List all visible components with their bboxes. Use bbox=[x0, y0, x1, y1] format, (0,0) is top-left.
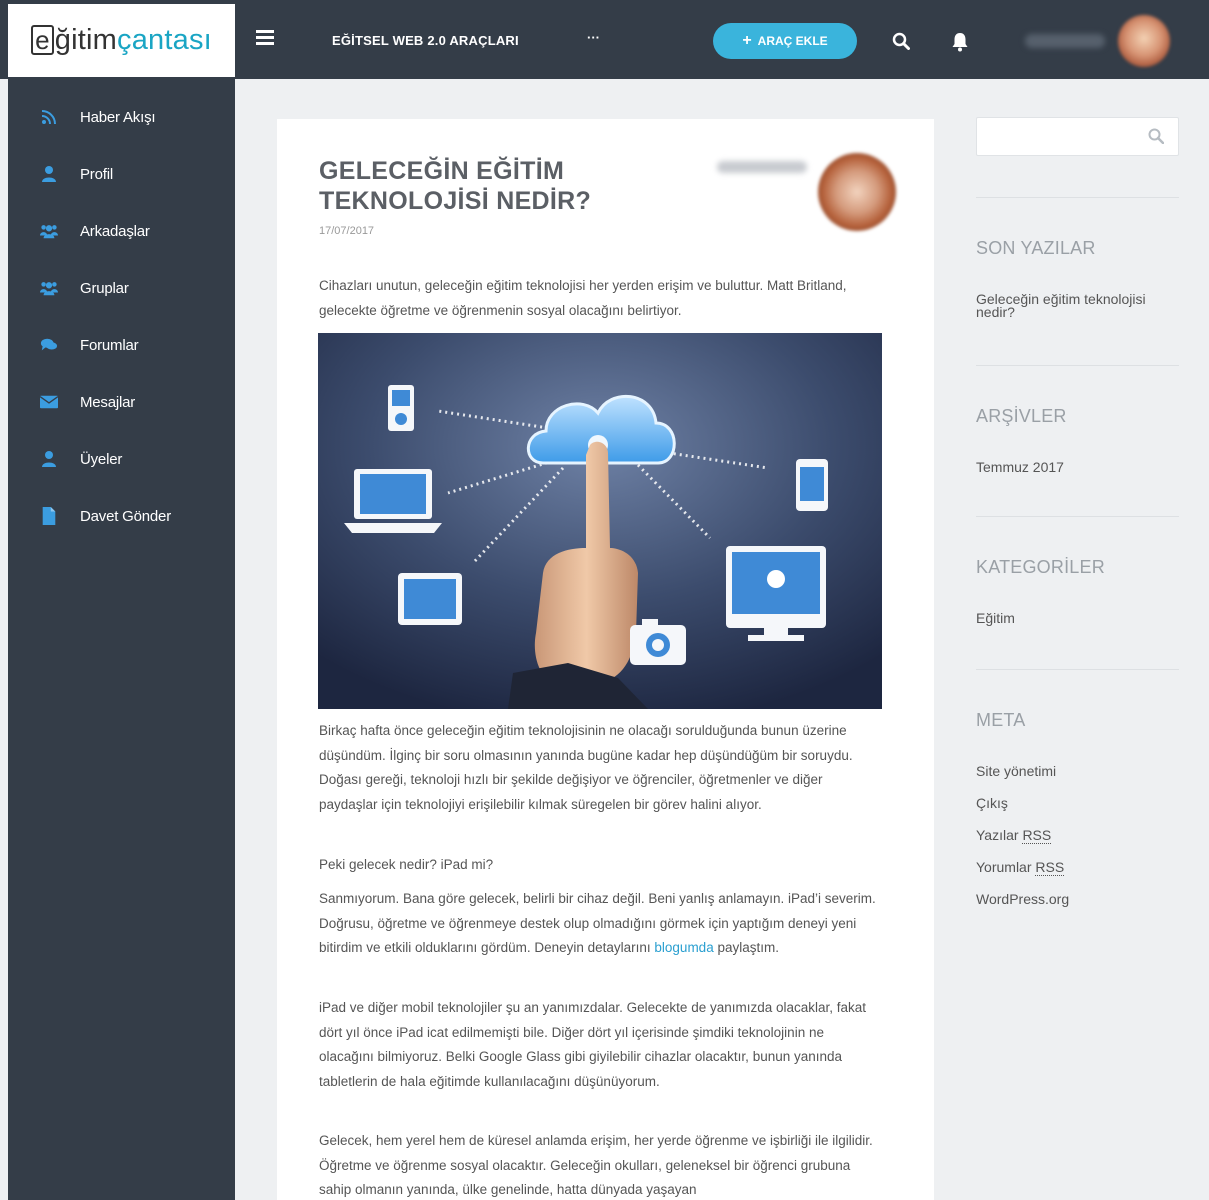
article-paragraph: Sanmıyorum. Bana göre gelecek, belirli b… bbox=[319, 887, 879, 961]
sidebar-item-label: Forumlar bbox=[80, 336, 139, 354]
site-logo[interactable]: e ğitimçantası bbox=[8, 4, 235, 77]
article-paragraph: Peki gelecek nedir? iPad mi? bbox=[319, 857, 494, 872]
paragraph-text: Sanmıyorum. Bana göre gelecek, belirli b… bbox=[319, 891, 876, 955]
article-paragraph: iPad ve diğer mobil teknolojiler şu an y… bbox=[319, 1000, 867, 1089]
article-paragraph: Birkaç hafta önce geleceğin eğitim tekno… bbox=[319, 723, 853, 812]
widget-title-categories: KATEGORİLER bbox=[976, 557, 1105, 577]
user-icon bbox=[42, 451, 56, 467]
divider bbox=[976, 516, 1179, 517]
sidebar-item-messages[interactable]: Mesajlar bbox=[8, 382, 235, 422]
author-avatar[interactable] bbox=[818, 153, 896, 231]
sidebar: Haber Akışı Profil Arkadaşlar Gruplar Fo… bbox=[8, 79, 235, 1200]
blog-link[interactable]: blogumda bbox=[654, 940, 713, 955]
meta-link-posts-rss[interactable]: Yazılar RSS bbox=[976, 827, 1052, 844]
sidebar-item-send-invite[interactable]: Davet Gönder bbox=[8, 496, 235, 536]
rss-abbr: RSS bbox=[1035, 859, 1065, 876]
sidebar-item-label: Gruplar bbox=[80, 279, 129, 297]
add-tool-button[interactable]: + ARAÇ EKLE bbox=[713, 23, 857, 59]
menu-toggle-icon[interactable] bbox=[256, 30, 274, 46]
widget-title-meta: META bbox=[976, 710, 1026, 730]
sidebar-item-friends[interactable]: Arkadaşlar bbox=[8, 211, 235, 251]
sidebar-item-label: Profil bbox=[80, 165, 113, 183]
sidebar-item-label: Davet Gönder bbox=[80, 507, 171, 525]
widget-title-archives: ARŞİVLER bbox=[976, 406, 1067, 426]
search-icon[interactable] bbox=[892, 32, 910, 50]
nav-more-menu[interactable]: ··· bbox=[587, 30, 600, 45]
sidebar-item-members[interactable]: Üyeler bbox=[8, 439, 235, 479]
widget-search-input[interactable] bbox=[976, 117, 1179, 156]
author-name-blurred[interactable] bbox=[717, 161, 807, 173]
logo-text: ğitim bbox=[54, 24, 117, 56]
divider bbox=[976, 197, 1179, 198]
sidebar-item-news-feed[interactable]: Haber Akışı bbox=[8, 97, 235, 137]
sidebar-item-forums[interactable]: Forumlar bbox=[8, 325, 235, 365]
widget-title-recent-posts: SON YAZILAR bbox=[976, 238, 1096, 258]
top-bar: e ğitimçantası EĞİTSEL WEB 2.0 ARAÇLARI ·… bbox=[0, 0, 1209, 79]
envelope-icon bbox=[40, 395, 58, 409]
sidebar-item-profile[interactable]: Profil bbox=[8, 154, 235, 194]
user-avatar[interactable] bbox=[1118, 15, 1170, 67]
search-icon[interactable] bbox=[1148, 128, 1164, 144]
divider bbox=[976, 669, 1179, 670]
meta-link-comments-rss[interactable]: Yorumlar RSS bbox=[976, 859, 1065, 876]
document-icon bbox=[42, 507, 56, 525]
meta-link-wordpress[interactable]: WordPress.org bbox=[976, 892, 1069, 906]
article-intro: Cihazları unutun, geleceğin eğitim tekno… bbox=[319, 278, 847, 318]
article-card: GELECEĞİN EĞİTİM TEKNOLOJİSİ NEDİR? 17/0… bbox=[277, 119, 934, 1200]
article-date: 17/07/2017 bbox=[319, 225, 375, 237]
article-hero-image bbox=[318, 333, 882, 709]
category-link[interactable]: Eğitim bbox=[976, 611, 1015, 625]
article-title[interactable]: GELECEĞİN EĞİTİM TEKNOLOJİSİ NEDİR? bbox=[319, 156, 639, 216]
sidebar-item-groups[interactable]: Gruplar bbox=[8, 268, 235, 308]
users-icon bbox=[40, 282, 58, 296]
meta-link-label: Yazılar bbox=[976, 827, 1019, 843]
divider bbox=[976, 365, 1179, 366]
add-tool-label: ARAÇ EKLE bbox=[757, 34, 828, 48]
sidebar-item-label: Arkadaşlar bbox=[80, 222, 150, 240]
meta-link-site-admin[interactable]: Site yönetimi bbox=[976, 764, 1056, 778]
plus-icon: + bbox=[742, 32, 752, 49]
meta-link-logout[interactable]: Çıkış bbox=[976, 796, 1008, 810]
bell-icon[interactable] bbox=[951, 32, 969, 52]
comments-icon bbox=[40, 338, 58, 351]
paragraph-text: paylaştım. bbox=[713, 940, 779, 955]
sidebar-item-label: Haber Akışı bbox=[80, 108, 156, 126]
nav-link-web-tools[interactable]: EĞİTSEL WEB 2.0 ARAÇLARI bbox=[332, 33, 519, 48]
user-icon bbox=[42, 166, 56, 182]
meta-link-label: Yorumlar bbox=[976, 859, 1032, 875]
recent-post-link[interactable]: Geleceğin eğitim teknolojisi nedir? bbox=[976, 292, 1176, 319]
rss-abbr: RSS bbox=[1022, 827, 1052, 844]
archive-link[interactable]: Temmuz 2017 bbox=[976, 460, 1064, 474]
article-paragraph: Gelecek, hem yerel hem de küresel anlamd… bbox=[319, 1133, 873, 1197]
sidebar-item-label: Üyeler bbox=[80, 450, 123, 468]
logo-text-accent: çantası bbox=[117, 24, 212, 56]
rss-icon bbox=[41, 110, 56, 125]
users-icon bbox=[40, 225, 58, 239]
user-name-blurred[interactable] bbox=[1025, 34, 1105, 48]
sidebar-item-label: Mesajlar bbox=[80, 393, 136, 411]
logo-e-box: e bbox=[31, 25, 54, 55]
